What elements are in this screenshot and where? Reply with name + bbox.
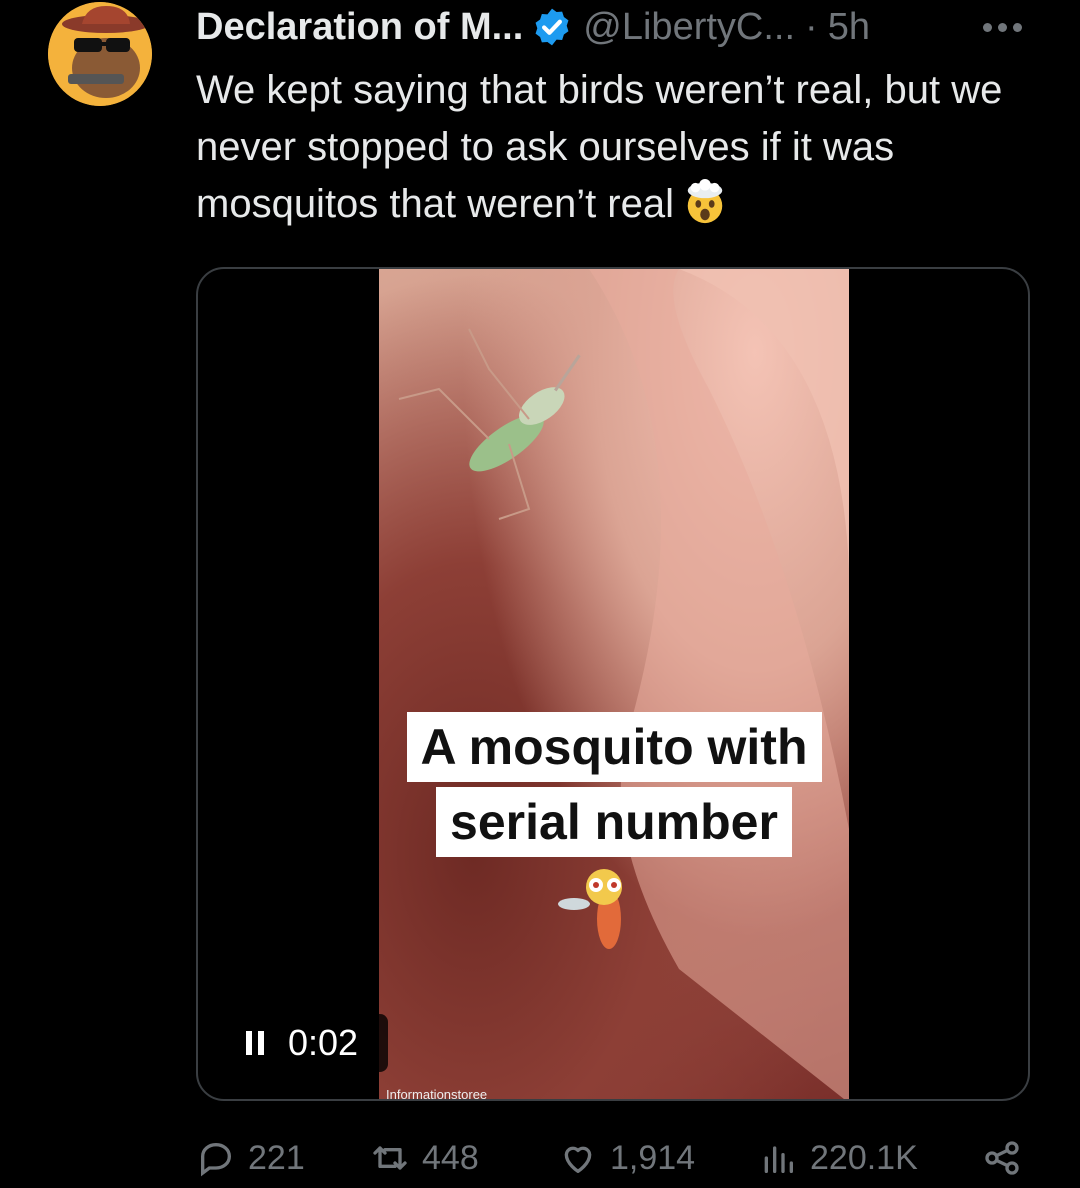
views-count: 220.1K bbox=[810, 1138, 918, 1177]
pause-icon[interactable] bbox=[246, 1031, 264, 1055]
author-display-name[interactable]: Declaration of M... bbox=[196, 6, 523, 49]
tweet-body: We kept saying that birds weren’t real, … bbox=[196, 68, 1003, 226]
like-count: 1,914 bbox=[610, 1138, 696, 1177]
video-controls: 0:02 bbox=[228, 1014, 388, 1072]
video-caption-line-2: serial number bbox=[379, 787, 849, 857]
exploding-head-emoji-icon bbox=[687, 179, 723, 224]
video-player[interactable]: A mosquito with serial number Informatio… bbox=[196, 267, 1030, 1101]
avatar[interactable] bbox=[48, 2, 152, 106]
tweet-actions: 221 448 1,914 220.1K bbox=[196, 1138, 1036, 1188]
reply-button[interactable]: 221 bbox=[196, 1138, 305, 1178]
share-icon bbox=[985, 1141, 1019, 1175]
more-options-icon[interactable] bbox=[983, 22, 1022, 32]
tweet-text: We kept saying that birds weren’t real, … bbox=[196, 62, 1036, 233]
video-elapsed-time: 0:02 bbox=[288, 1022, 359, 1063]
share-button[interactable] bbox=[982, 1138, 1022, 1178]
mosquito-illustration bbox=[398, 269, 849, 1099]
video-watermark: Informationstoree bbox=[386, 1087, 488, 1101]
tweet-timestamp[interactable]: 5h bbox=[828, 6, 870, 49]
views-button[interactable]: 220.1K bbox=[758, 1138, 918, 1178]
views-chart-icon bbox=[764, 1146, 793, 1173]
repost-button[interactable]: 448 bbox=[370, 1138, 479, 1178]
verified-badge-icon bbox=[535, 8, 569, 46]
heart-icon bbox=[564, 1146, 592, 1173]
video-caption-line-1: A mosquito with bbox=[379, 712, 849, 782]
avatar-illustration bbox=[48, 2, 152, 106]
header-separator: · bbox=[805, 5, 818, 48]
video-frame[interactable]: A mosquito with serial number Informatio… bbox=[379, 269, 849, 1101]
repost-icon bbox=[373, 1146, 407, 1170]
author-handle[interactable]: @LibertyC... bbox=[583, 6, 795, 49]
like-button[interactable]: 1,914 bbox=[558, 1138, 695, 1178]
repost-count: 448 bbox=[422, 1138, 479, 1177]
reply-icon bbox=[201, 1142, 232, 1177]
cartoon-mosquito-icon bbox=[558, 869, 622, 949]
reply-count: 221 bbox=[248, 1138, 305, 1177]
tweet-header: Declaration of M... @LibertyC... · 5h bbox=[196, 2, 1036, 52]
